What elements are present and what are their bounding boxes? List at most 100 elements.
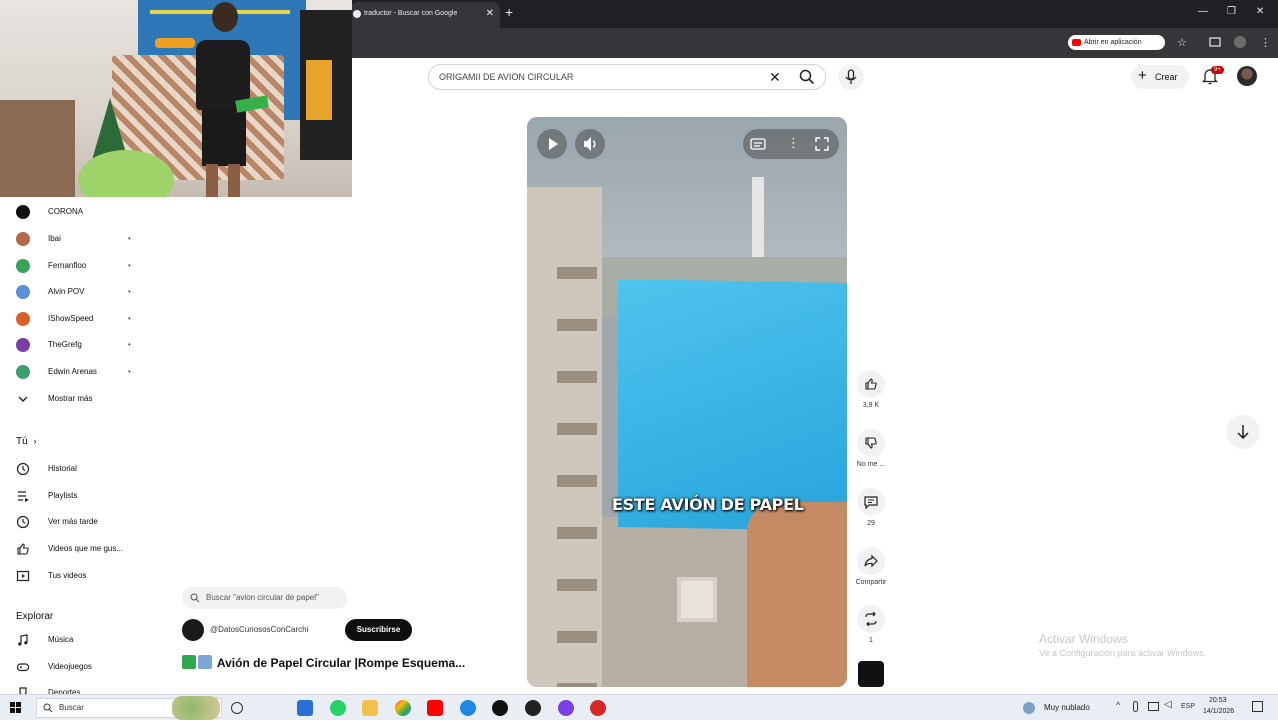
shorts-video-player[interactable]: ESTE AVIÓN DE PAPEL ⋮ <box>527 117 847 687</box>
microphone-tray-icon[interactable] <box>1133 701 1138 712</box>
search-icon[interactable] <box>798 68 816 86</box>
new-content-dot: • <box>128 314 131 323</box>
chrome-icon[interactable] <box>395 700 411 716</box>
sidebar-item-music[interactable]: Música <box>16 630 156 650</box>
sidebar-item-liked-videos[interactable]: Videos que me gus... <box>16 539 156 559</box>
comments-button[interactable] <box>857 488 885 516</box>
notifications-center-icon[interactable] <box>1252 701 1263 712</box>
browser-tab[interactable]: traductor - Buscar con Google ✕ <box>350 2 500 28</box>
new-tab-button[interactable]: + <box>505 4 513 20</box>
like-button[interactable] <box>857 370 885 398</box>
profile-icon[interactable] <box>1234 36 1246 48</box>
remix-count: 1 <box>869 637 873 644</box>
channel-avatar[interactable] <box>182 619 204 641</box>
sidebar-item-sports[interactable]: Deportes <box>16 683 156 694</box>
remix-button[interactable] <box>857 605 885 633</box>
speaker-icon[interactable]: ◁ <box>1164 699 1172 710</box>
mail-icon[interactable] <box>297 700 313 716</box>
language-indicator[interactable]: ESP <box>1181 703 1195 710</box>
like-action[interactable]: 3,9 K <box>857 370 885 409</box>
tiktok-icon[interactable] <box>492 700 508 716</box>
related-search-chip[interactable]: Buscar "avion circular de papel" <box>182 587 347 609</box>
mute-button[interactable] <box>575 129 605 159</box>
clear-search-icon[interactable]: ✕ <box>769 69 781 86</box>
sidebar-show-more[interactable]: Mostrar más <box>16 389 156 409</box>
fullscreen-icon[interactable] <box>815 137 829 151</box>
sidebar-item-watch-later[interactable]: Ver más tarde <box>16 512 156 532</box>
sidebar-item-edwin-arenas[interactable]: Edwin Arenas • <box>16 362 156 382</box>
weather-text[interactable]: Muy nublado <box>1044 703 1090 712</box>
sidebar-item-gaming[interactable]: Videojuegos <box>16 657 156 677</box>
sidebar-item-alvin-pov[interactable]: Alvin POV • <box>16 282 156 302</box>
clock-time[interactable]: 20:53 <box>1209 697 1227 704</box>
sidebar-item-ibai[interactable]: Ibai • <box>16 229 156 249</box>
channel-avatar <box>16 338 30 352</box>
video-building-windows <box>557 227 597 687</box>
play-button[interactable] <box>537 129 567 159</box>
share-button[interactable] <box>857 547 885 575</box>
sidebar-item-your-videos[interactable]: Tus videos <box>16 566 156 586</box>
comments-action[interactable]: 29 <box>857 488 885 527</box>
webcam-person-head <box>212 2 238 32</box>
youtube-icon[interactable] <box>427 700 443 716</box>
channel-handle[interactable]: @DatosCuriososConCarchi <box>210 625 308 634</box>
dislike-button[interactable] <box>857 429 885 457</box>
microphone-icon <box>845 69 857 84</box>
sidebar-item-thegrefg[interactable]: TheGrefg • <box>16 335 156 355</box>
open-in-app-button[interactable]: Abrir en aplicación <box>1068 35 1165 50</box>
close-window-button[interactable]: ✕ <box>1256 6 1264 17</box>
subscribe-button[interactable]: Suscribirse <box>345 619 412 641</box>
tab-close-icon[interactable]: ✕ <box>486 2 494 26</box>
sidebar-item-history[interactable]: Historial <box>16 459 156 479</box>
edge-icon[interactable] <box>460 700 476 716</box>
channel-avatar <box>16 205 30 219</box>
chevron-down-icon <box>18 396 28 402</box>
activate-windows-subtitle: Ve a Configuración para activar Windows. <box>1039 648 1207 658</box>
search-input[interactable]: ORIGAMII DE AVION CIRCULAR <box>439 72 573 82</box>
gamepad-icon <box>16 663 30 672</box>
audio-thumbnail[interactable] <box>858 661 884 687</box>
create-button[interactable]: + Crear <box>1131 65 1189 89</box>
google-favicon-icon <box>353 10 361 18</box>
task-view-icon[interactable] <box>231 702 243 714</box>
voice-search-button[interactable] <box>838 64 864 90</box>
sidebar-item-label: IShowSpeed <box>48 314 94 323</box>
sidebar-item-ishowspeed[interactable]: IShowSpeed • <box>16 309 156 329</box>
app-icon[interactable] <box>590 700 606 716</box>
account-avatar[interactable] <box>1237 66 1257 86</box>
video-window <box>677 577 717 622</box>
whatsapp-icon[interactable] <box>330 700 346 716</box>
clock-date[interactable]: 14/1/2026 <box>1203 708 1234 715</box>
system-tray-chevron-icon[interactable]: ^ <box>1116 700 1120 710</box>
more-options-icon[interactable]: ⋮ <box>787 135 800 151</box>
bookmark-star-icon[interactable]: ☆ <box>1177 36 1187 49</box>
sidebar-item-corona[interactable]: CORONA <box>16 202 156 222</box>
short-title[interactable]: Avión de Papel Circular |Rompe Esquema..… <box>182 655 465 670</box>
captions-icon[interactable] <box>750 137 766 151</box>
maximize-button[interactable]: ❐ <box>1227 6 1236 17</box>
open-in-app-label: Abrir en aplicación <box>1084 39 1142 46</box>
sidebar-item-label: Mostrar más <box>48 394 93 403</box>
tab-title: traductor - Buscar con Google <box>364 10 458 17</box>
sidebar-item-fernanfloo[interactable]: Fernanfloo • <box>16 256 156 276</box>
share-action[interactable]: Compartir <box>856 547 886 586</box>
messenger-icon[interactable] <box>558 700 574 716</box>
windows-start-icon[interactable] <box>10 702 21 713</box>
sidebar-item-label: Edwin Arenas <box>48 367 97 376</box>
cast-icon[interactable] <box>1209 37 1221 47</box>
chrome-menu-icon[interactable]: ⋮ <box>1260 36 1271 49</box>
sidebar-item-playlists[interactable]: Playlists <box>16 486 156 506</box>
next-video-button[interactable] <box>1226 415 1260 449</box>
obs-icon[interactable] <box>525 700 541 716</box>
sidebar-you-heading[interactable]: Tú › <box>16 436 36 447</box>
create-label: Crear <box>1155 72 1178 82</box>
search-box[interactable]: ORIGAMII DE AVION CIRCULAR ✕ <box>428 64 826 90</box>
minimize-button[interactable]: — <box>1198 6 1208 17</box>
dislike-action[interactable]: No me ... <box>857 429 885 468</box>
file-explorer-icon[interactable] <box>362 700 378 716</box>
network-icon[interactable] <box>1148 702 1159 711</box>
video-caption: ESTE AVIÓN DE PAPEL <box>612 495 804 514</box>
short-title-text: Avión de Papel Circular |Rompe Esquema..… <box>216 656 466 670</box>
remix-action[interactable]: 1 <box>857 605 885 644</box>
taskbar-search-box[interactable]: Buscar <box>36 696 222 720</box>
